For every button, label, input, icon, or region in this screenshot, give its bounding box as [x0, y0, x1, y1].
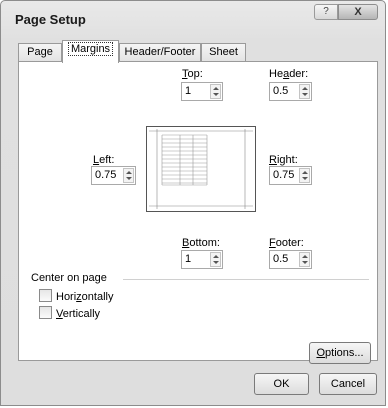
spin-arrows-icon[interactable] [210, 252, 221, 267]
left-label: Left: [93, 154, 115, 166]
help-button[interactable]: ? [314, 4, 338, 20]
header-margin-value: 0.5 [273, 85, 289, 97]
vertically-checkbox[interactable]: Vertically [39, 306, 100, 320]
spin-arrows-icon[interactable] [299, 84, 310, 99]
footer-margin-spinner[interactable]: 0.5 [269, 250, 312, 269]
tab-page-label: Page [27, 46, 53, 58]
top-margin-value: 1 [185, 85, 192, 97]
ok-button[interactable]: OK [254, 373, 309, 395]
page-preview [146, 126, 256, 212]
margins-panel: Top: 1 Header: 0.5 Left: 0.75 Right: 0.7… [18, 61, 378, 364]
page-setup-dialog: Page Setup ? X Page Margins Header/Foote… [0, 0, 386, 406]
spin-arrows-icon[interactable] [299, 252, 310, 267]
top-label: Top: [182, 68, 203, 80]
checkbox-icon[interactable] [39, 289, 52, 302]
header-label: Header: [269, 68, 309, 80]
left-margin-spinner[interactable]: 0.75 [91, 166, 136, 185]
cancel-button[interactable]: Cancel [319, 373, 377, 395]
header-margin-spinner[interactable]: 0.5 [269, 82, 312, 101]
checkbox-icon[interactable] [39, 306, 52, 319]
spin-arrows-icon[interactable] [210, 84, 221, 99]
bottom-label: Bottom: [182, 237, 220, 249]
left-margin-value: 0.75 [95, 169, 117, 181]
options-button[interactable]: Options... [309, 342, 371, 364]
right-margin-spinner[interactable]: 0.75 [269, 166, 312, 185]
bottom-margin-value: 1 [185, 253, 192, 265]
footer-margin-value: 0.5 [273, 253, 289, 265]
center-on-page-label: Center on page [31, 272, 107, 284]
tab-sheet-label: Sheet [209, 46, 238, 58]
horizontally-checkbox[interactable]: Horizontally [39, 289, 113, 303]
dialog-title: Page Setup [15, 12, 86, 27]
spin-arrows-icon[interactable] [299, 168, 310, 183]
tab-sheet[interactable]: Sheet [201, 43, 246, 62]
section-divider [123, 279, 369, 280]
close-button[interactable]: X [338, 4, 378, 20]
tab-margins[interactable]: Margins [62, 40, 119, 63]
top-margin-spinner[interactable]: 1 [181, 82, 223, 101]
right-label: Right: [269, 154, 298, 166]
tab-header-footer-label: Header/Footer [124, 46, 196, 58]
footer-label: Footer: [269, 237, 304, 249]
right-margin-value: 0.75 [273, 169, 295, 181]
tab-margins-label: Margins [67, 42, 114, 56]
preview-sheet-icon [149, 129, 253, 209]
bottom-margin-spinner[interactable]: 1 [181, 250, 223, 269]
spin-arrows-icon[interactable] [123, 168, 134, 183]
tab-header-footer[interactable]: Header/Footer [119, 43, 201, 62]
tab-page[interactable]: Page [18, 43, 62, 62]
